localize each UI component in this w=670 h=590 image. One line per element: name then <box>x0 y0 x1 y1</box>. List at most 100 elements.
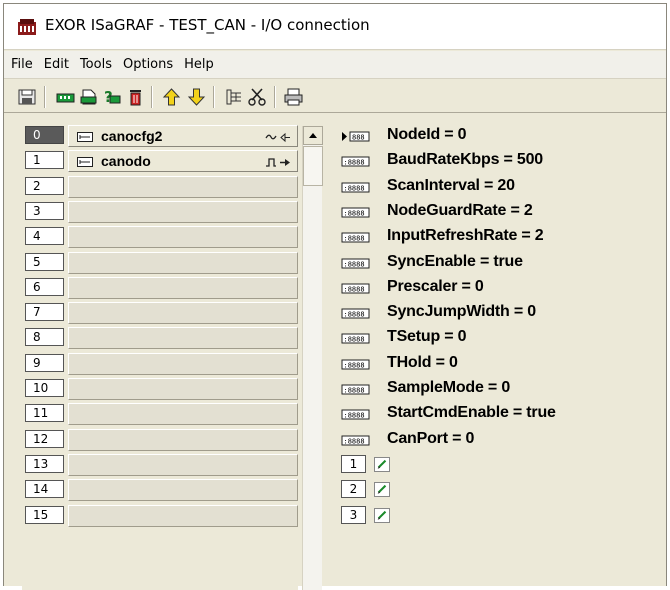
param-text: SyncEnable = true <box>387 252 523 270</box>
param-row[interactable]: :8888 InputRefreshRate = 2 <box>336 226 666 248</box>
param-row[interactable]: 888 NodeId = 0 <box>336 125 666 147</box>
slot-row[interactable]: 1 canodo <box>22 150 298 173</box>
slot-row[interactable]: 11 <box>22 403 298 426</box>
param-row[interactable]: :8888 NodeGuardRate = 2 <box>336 201 666 223</box>
channel-number[interactable]: 1 <box>341 454 366 473</box>
empty-slot[interactable] <box>68 453 298 476</box>
board-properties-icon[interactable] <box>79 88 98 106</box>
menu-help[interactable]: Help <box>183 55 215 74</box>
param-row[interactable]: :8888 SampleMode = 0 <box>336 378 666 400</box>
channel-number[interactable]: 3 <box>341 505 366 524</box>
slot-row[interactable]: 12 <box>22 428 298 451</box>
slot-row[interactable]: 10 <box>22 378 298 400</box>
empty-slot[interactable] <box>68 479 298 502</box>
slot-board[interactable]: canocfg2 <box>68 125 298 147</box>
scroll-up-button[interactable] <box>303 126 323 145</box>
delete-icon[interactable] <box>126 88 145 106</box>
board-help-icon[interactable]: ? <box>102 88 121 106</box>
param-row[interactable]: :8888 TSetup = 0 <box>336 327 666 349</box>
empty-slot[interactable] <box>68 276 298 299</box>
empty-slot[interactable] <box>68 200 298 223</box>
channel-row[interactable]: 2 <box>336 479 666 501</box>
pencil-icon[interactable] <box>374 507 390 523</box>
slot-number[interactable]: 9 <box>25 353 64 372</box>
slot-row[interactable]: 0 canocfg2 <box>22 125 298 147</box>
menu-options[interactable]: Options <box>122 55 174 74</box>
param-row[interactable]: :8888 CanPort = 0 <box>336 429 666 451</box>
param-row[interactable]: :8888 StartCmdEnable = true <box>336 403 666 425</box>
slot-row[interactable]: 2 <box>22 175 298 198</box>
channel-row[interactable]: 1 <box>336 454 666 476</box>
scroll-thumb[interactable] <box>303 146 323 186</box>
slot-row[interactable]: 15 <box>22 504 298 527</box>
param-row[interactable]: :8888 SyncJumpWidth = 0 <box>336 302 666 324</box>
svg-text::8888: :8888 <box>344 437 365 445</box>
current-param-icon: 888 <box>342 131 370 142</box>
board-name: canodo <box>101 153 151 170</box>
empty-slot[interactable] <box>68 302 298 325</box>
empty-slot[interactable] <box>68 378 298 400</box>
param-row[interactable]: :8888 THold = 0 <box>336 353 666 375</box>
slot-row[interactable]: 7 <box>22 302 298 325</box>
board-parameters: 888 NodeId = 0 :8888 BaudRateKbps = 500 :888… <box>336 125 666 590</box>
slot-number[interactable]: 10 <box>25 379 64 397</box>
empty-slot[interactable] <box>68 175 298 198</box>
slot-number[interactable]: 1 <box>25 151 64 170</box>
pencil-icon[interactable] <box>374 456 390 472</box>
slot-number[interactable]: 0 <box>25 126 64 144</box>
empty-slot[interactable] <box>68 226 298 249</box>
menu-edit[interactable]: Edit <box>43 55 70 74</box>
empty-slot[interactable] <box>68 504 298 527</box>
empty-slot[interactable] <box>68 428 298 451</box>
tree-view-icon[interactable] <box>225 88 244 106</box>
param-value-icon: :8888 <box>341 258 370 268</box>
channel-number[interactable]: 2 <box>341 480 366 499</box>
param-value-icon: :8888 <box>341 308 370 319</box>
param-row[interactable]: :8888 BaudRateKbps = 500 <box>336 150 666 172</box>
slot-row[interactable]: 6 <box>22 276 298 299</box>
toolbar-separator <box>44 86 46 108</box>
board-connect-icon[interactable] <box>56 88 75 106</box>
menu-file[interactable]: File <box>10 55 34 74</box>
slot-row[interactable]: 14 <box>22 479 298 502</box>
svg-text::8888: :8888 <box>344 285 365 293</box>
move-down-icon[interactable] <box>187 88 206 106</box>
empty-slot[interactable] <box>68 327 298 350</box>
slot-row[interactable]: 13 <box>22 453 298 476</box>
param-row[interactable]: :8888 SyncEnable = true <box>336 252 666 274</box>
param-row[interactable]: :8888 Prescaler = 0 <box>336 277 666 299</box>
slot-row[interactable]: 8 <box>22 327 298 350</box>
slot-row[interactable]: 9 <box>22 352 298 375</box>
slot-number[interactable]: 6 <box>25 277 64 296</box>
slot-number[interactable]: 12 <box>25 429 64 448</box>
empty-slot[interactable] <box>68 352 298 375</box>
slot-number[interactable]: 5 <box>25 252 64 271</box>
param-row[interactable]: :8888 ScanInterval = 20 <box>336 176 666 198</box>
move-up-icon[interactable] <box>162 88 181 106</box>
menu-tools[interactable]: Tools <box>79 55 113 74</box>
empty-slot[interactable] <box>68 251 298 274</box>
print-icon[interactable] <box>284 88 303 106</box>
slot-number[interactable]: 11 <box>25 404 64 423</box>
slot-number[interactable]: 8 <box>25 328 64 347</box>
slot-number[interactable]: 14 <box>25 480 64 499</box>
slot-number[interactable]: 2 <box>25 176 64 195</box>
app-icon <box>18 19 36 35</box>
title-bar: EXOR ISaGRAF - TEST_CAN - I/O connection <box>4 4 666 50</box>
slot-row[interactable]: 3 <box>22 200 298 223</box>
empty-slot[interactable] <box>68 403 298 426</box>
slot-scrollbar[interactable] <box>302 126 323 590</box>
slot-row[interactable]: 5 <box>22 251 298 274</box>
slot-row[interactable]: 4 <box>22 226 298 249</box>
cut-icon[interactable] <box>248 88 267 106</box>
slot-number[interactable]: 13 <box>25 454 64 473</box>
window-title: EXOR ISaGRAF - TEST_CAN - I/O connection <box>45 16 370 34</box>
slot-board[interactable]: canodo <box>68 150 298 173</box>
pencil-icon[interactable] <box>374 482 390 498</box>
slot-number[interactable]: 15 <box>25 505 64 524</box>
slot-number[interactable]: 7 <box>25 303 64 322</box>
save-icon[interactable] <box>18 88 37 106</box>
channel-row[interactable]: 3 <box>336 505 666 527</box>
slot-number[interactable]: 4 <box>25 227 64 246</box>
slot-number[interactable]: 3 <box>25 201 64 220</box>
